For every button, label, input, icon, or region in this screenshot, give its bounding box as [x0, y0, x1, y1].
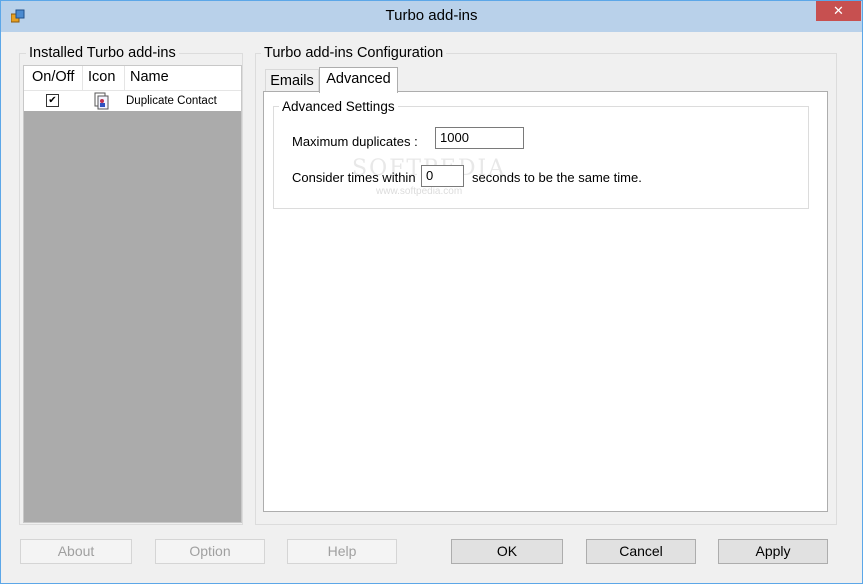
about-button[interactable]: About — [20, 539, 132, 564]
contact-addin-icon — [94, 92, 109, 110]
watermark-url: www.softpedia.com — [376, 186, 463, 197]
consider-seconds-input[interactable]: 0 — [421, 165, 464, 187]
option-button[interactable]: Option — [155, 539, 265, 564]
addins-list[interactable]: On/Off Icon Name ✔ Duplicate Contact — [23, 65, 242, 523]
consider-times-suffix: seconds to be the same time. — [472, 170, 642, 185]
addin-name: Duplicate Contact — [126, 95, 217, 107]
ok-button[interactable]: OK — [451, 539, 563, 564]
list-item[interactable]: ✔ Duplicate Contact — [24, 91, 241, 111]
close-icon: ✕ — [833, 3, 844, 18]
column-separator[interactable] — [124, 66, 125, 90]
title-bar[interactable]: Turbo add-ins ✕ — [1, 1, 862, 32]
cancel-button[interactable]: Cancel — [586, 539, 696, 564]
window-title: Turbo add-ins — [385, 7, 478, 24]
apply-button[interactable]: Apply — [718, 539, 828, 564]
advanced-tab-panel: Advanced Settings SOFTPEDIA www.softpedi… — [263, 91, 828, 512]
column-separator[interactable] — [82, 66, 83, 90]
enable-checkbox[interactable]: ✔ — [46, 94, 59, 107]
column-header-name[interactable]: Name — [130, 69, 169, 85]
advanced-settings-title: Advanced Settings — [279, 99, 398, 114]
configuration-title: Turbo add-ins Configuration — [261, 45, 447, 61]
tab-emails[interactable]: Emails — [265, 69, 319, 93]
max-duplicates-input[interactable]: 1000 — [435, 127, 524, 149]
consider-times-label: Consider times within — [292, 170, 416, 185]
help-button[interactable]: Help — [287, 539, 397, 564]
max-duplicates-label: Maximum duplicates : — [292, 134, 418, 149]
installed-addins-title: Installed Turbo add-ins — [26, 45, 179, 61]
close-button[interactable]: ✕ — [816, 1, 861, 21]
list-header: On/Off Icon Name — [24, 66, 241, 91]
column-header-onoff[interactable]: On/Off — [32, 69, 74, 85]
dialog-window: Turbo add-ins ✕ Installed Turbo add-ins … — [0, 0, 863, 584]
column-header-icon[interactable]: Icon — [88, 69, 115, 85]
tab-advanced[interactable]: Advanced — [319, 67, 398, 93]
